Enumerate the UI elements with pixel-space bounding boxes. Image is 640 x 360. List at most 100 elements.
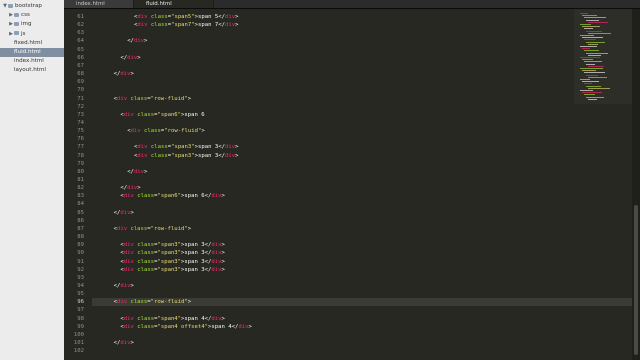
code-token: "span4"	[157, 315, 182, 322]
sidebar-folder[interactable]: ▶ img	[0, 20, 64, 29]
code-line[interactable]: <div class="row-fluid">	[114, 225, 192, 233]
minimap-line	[582, 15, 597, 17]
line-number: 98	[77, 315, 84, 322]
tab-index-html[interactable]: index.html	[64, 0, 134, 8]
code-token: "span5"	[171, 14, 195, 20]
code-line[interactable]: <div class="span4 offset4">span 4</div>	[120, 323, 251, 331]
code-line[interactable]: <div class="span6">span 6	[120, 111, 204, 119]
tab-bar: index.html fluid.html	[64, 0, 640, 9]
line-number: 85	[77, 209, 84, 216]
minimap-line	[582, 81, 599, 83]
line-number: 87	[77, 225, 84, 232]
line-number: 101	[73, 340, 84, 346]
line-number: 70	[77, 87, 84, 94]
code-token: >	[144, 168, 148, 175]
code-line[interactable]: <div class="row-fluid">	[127, 127, 205, 135]
scrollbar-thumb[interactable]	[634, 205, 638, 355]
code-token: class	[127, 225, 148, 232]
code-line[interactable]: <div class="span3">span 3</div>	[134, 143, 238, 151]
minimap-line	[586, 85, 601, 87]
code-line[interactable]: <div class="span3">span 3</div>	[120, 266, 224, 274]
minimap-line	[586, 96, 604, 98]
minimap-line	[580, 57, 600, 58]
code-line[interactable]: </div>	[114, 209, 134, 217]
code-token: >	[187, 225, 192, 232]
code-token: "row-fluid"	[164, 128, 202, 135]
code-line[interactable]: <div class="span4">span 4</div>	[120, 315, 224, 323]
code-line[interactable]: <div class="row-fluid">	[114, 95, 192, 103]
minimap-line	[580, 24, 591, 25]
code-line[interactable]: </div>	[120, 184, 140, 192]
code-token: div	[123, 242, 134, 249]
code-token: >	[248, 323, 252, 330]
code-token: "span3"	[157, 250, 182, 257]
code-line[interactable]: <div class="row-fluid">	[114, 298, 192, 306]
code-token: div	[238, 323, 249, 330]
code-line[interactable]: <div class="span3">span 3</div>	[120, 258, 224, 266]
minimap-line	[588, 43, 598, 45]
code-token: class	[133, 193, 155, 200]
code-token: >	[235, 144, 239, 151]
code-line[interactable]: </div>	[114, 70, 134, 78]
code-line[interactable]: <div class="span3">span 3</div>	[120, 249, 224, 257]
code-token: class	[147, 152, 168, 159]
code-token: div	[137, 22, 148, 29]
code-token: div	[123, 323, 134, 330]
minimap-line	[582, 70, 596, 72]
sidebar-file[interactable]: fluid.html	[0, 48, 64, 57]
code-token: "span6"	[157, 193, 182, 200]
line-number: 82	[77, 185, 84, 192]
code-line[interactable]: </div>	[127, 37, 147, 45]
minimap-line	[584, 83, 592, 85]
code-token: div	[225, 14, 236, 20]
line-number: 96	[77, 299, 84, 306]
code-line[interactable]: <div class="span6">span 6</div>	[120, 192, 224, 200]
code-line[interactable]: </div>	[127, 168, 147, 176]
sidebar-file[interactable]: index.html	[0, 57, 64, 66]
minimap-line	[588, 98, 597, 100]
code-line[interactable]: <div class="span3">span 3</div>	[134, 152, 238, 160]
code-token: >	[235, 14, 239, 20]
code-token: </	[218, 152, 225, 159]
code-token: class	[133, 266, 155, 273]
line-number: 81	[77, 177, 84, 183]
code-line[interactable]: </div>	[114, 282, 134, 290]
code-token: >	[130, 282, 134, 289]
code-line[interactable]: <div class="span3">span 3</div>	[120, 241, 224, 249]
minimap[interactable]	[574, 9, 632, 104]
file-sidebar: ▼ bootstrap ▶ css ▶ img ▶ js fixed.html fluid.htm…	[0, 0, 65, 360]
code-editor[interactable]: 61 62 63 64 65 66 67 68 69 70 71 72 73 74 75 76 77 78 79 80…	[64, 9, 640, 360]
code-token: class	[133, 258, 155, 265]
sidebar-folder[interactable]: ▶ css	[0, 11, 64, 20]
line-number: 83	[77, 193, 84, 200]
code-token: >	[235, 152, 239, 159]
code-token: class	[147, 14, 168, 20]
code-token: div	[127, 185, 138, 192]
code-line[interactable]: <div class="span7">span 7</div>	[134, 21, 238, 29]
code-token: "row-fluid"	[150, 225, 188, 232]
code-token: >	[235, 22, 239, 29]
code-line[interactable]: </div>	[120, 54, 140, 62]
code-token: class	[127, 95, 148, 102]
line-number: 99	[77, 323, 84, 330]
minimap-line	[582, 48, 590, 50]
sidebar-file[interactable]: layout.html	[0, 66, 64, 75]
tab-fluid-html[interactable]: fluid.html	[134, 0, 214, 8]
sidebar-file[interactable]: fixed.html	[0, 39, 64, 48]
code-token: div	[225, 22, 236, 29]
sidebar-folder[interactable]: ▼ bootstrap	[0, 2, 64, 11]
code-token: class	[140, 128, 161, 135]
line-number: 102	[73, 348, 84, 355]
sidebar-item-label: fluid.html	[14, 49, 41, 55]
line-number: 100	[73, 331, 84, 338]
code-line[interactable]: <div class="span5">span 5</div>	[134, 13, 238, 21]
code-token: >	[130, 340, 134, 346]
code-token: div	[123, 193, 134, 200]
minimap-line	[584, 94, 595, 96]
minimap-line	[584, 72, 605, 74]
minimap-line	[580, 46, 597, 47]
sidebar-folder[interactable]: ▶ js	[0, 30, 64, 39]
code-token: span 5	[198, 14, 219, 20]
code-line[interactable]: </div>	[114, 339, 134, 347]
code-token: div	[120, 209, 131, 216]
